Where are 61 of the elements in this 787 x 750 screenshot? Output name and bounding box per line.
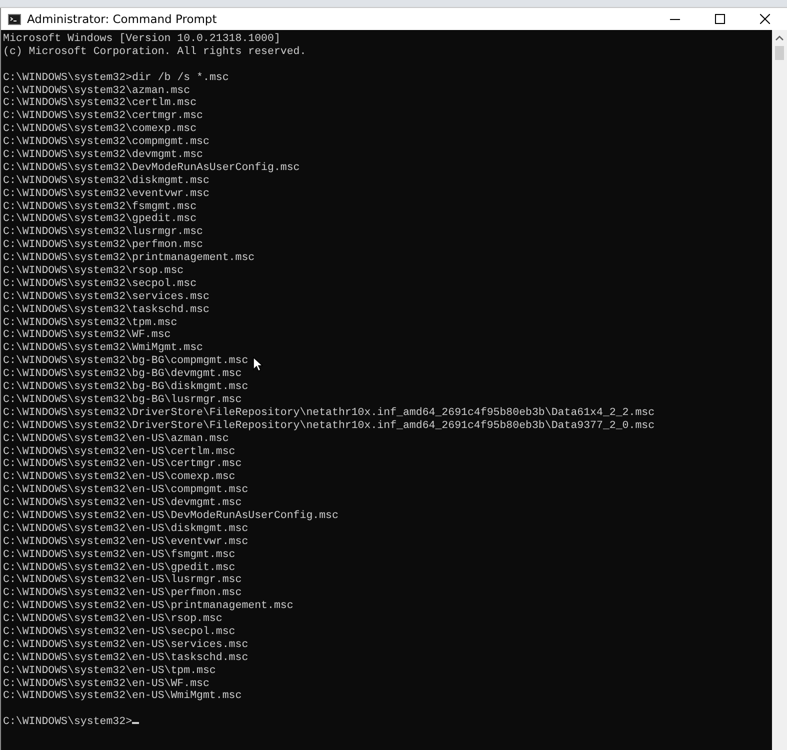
console-line: C:\WINDOWS\system32\taskschd.msc bbox=[3, 304, 210, 317]
console-line: C:\WINDOWS\system32\en-US\azman.msc bbox=[3, 432, 229, 446]
console-line: C:\WINDOWS\system32\gpedit.msc bbox=[3, 213, 197, 226]
scrollbar-thumb[interactable] bbox=[775, 46, 784, 60]
console-line: C:\WINDOWS\system32\en-US\diskmgmt.msc bbox=[3, 522, 248, 536]
console-line: C:\WINDOWS\system32\tpm.msc bbox=[3, 316, 178, 329]
console-line: C:\WINDOWS\system32\en-US\WF.msc bbox=[3, 678, 210, 690]
console-line: C:\WINDOWS\system32\eventvwr.msc bbox=[3, 188, 210, 201]
console-line: C:\WINDOWS\system32\en-US\perfmon.msc bbox=[3, 587, 242, 600]
console-line: C:\WINDOWS\system32\en-US\DevModeRunAsUserConfig.msc bbox=[3, 510, 338, 523]
console-line: C:\WINDOWS\system32\azman.msc bbox=[3, 84, 190, 97]
command-line: C:\WINDOWS\system32> bbox=[3, 716, 140, 730]
command-prompt-icon bbox=[8, 14, 21, 24]
console-line: C:\WINDOWS\system32\en-US\tpm.msc bbox=[3, 664, 216, 678]
console-line: C:\WINDOWS\system32\en-US\certmgr.msc bbox=[3, 458, 242, 471]
console-line: C:\WINDOWS\system32\rsop.msc bbox=[3, 265, 184, 278]
console-line: C:\WINDOWS\system32\en-US\gpedit.msc bbox=[3, 562, 236, 574]
console-line: C:\WINDOWS\system32\printmanagement.msc bbox=[3, 252, 255, 265]
mouse-pointer-icon bbox=[253, 357, 263, 372]
console-line: C:\WINDOWS\system32\fsmgmt.msc bbox=[3, 200, 197, 213]
console-line: C:\WINDOWS\system32\WmiMgmt.msc bbox=[3, 342, 203, 355]
minimize-icon bbox=[670, 18, 680, 20]
console-line: C:\WINDOWS\system32\en-US\rsop.msc bbox=[3, 613, 222, 626]
console-line: C:\WINDOWS\system32\en-US\fsmgmt.msc bbox=[3, 548, 236, 562]
close-icon bbox=[760, 14, 770, 24]
console-line: C:\WINDOWS\system32\en-US\printmanagement.msc bbox=[3, 600, 294, 613]
console-line: C:\WINDOWS\system32\services.msc bbox=[3, 290, 210, 304]
console-line: C:\WINDOWS\system32\en-US\certlm.msc bbox=[3, 446, 236, 458]
console-line: C:\WINDOWS\system32\DriverStore\FileRepository\netathr10x.inf_amd64_2691c4f95b80eb3b\Data9377_2_0.msc bbox=[3, 420, 655, 433]
command-line: C:\WINDOWS\system32>dir /b /s *.msc bbox=[3, 72, 229, 85]
console-line: C:\WINDOWS\system32\comexp.msc bbox=[3, 123, 197, 136]
console-line: Microsoft Windows [Version 10.0.21318.1000] bbox=[3, 33, 280, 46]
console-line: C:\WINDOWS\system32\DriverStore\FileRepository\netathr10x.inf_amd64_2691c4f95b80eb3b\Data61x4_2_2.msc bbox=[3, 406, 655, 420]
console-line: C:\WINDOWS\system32\devmgmt.msc bbox=[3, 149, 203, 162]
console-line: C:\WINDOWS\system32\en-US\lusrmgr.msc bbox=[3, 574, 242, 587]
scroll-up-icon[interactable] bbox=[775, 35, 784, 41]
console-line: C:\WINDOWS\system32\compmgmt.msc bbox=[3, 136, 210, 149]
console-line: C:\WINDOWS\system32\bg-BG\devmgmt.msc bbox=[3, 368, 242, 381]
maximize-icon bbox=[714, 14, 724, 24]
console-line: C:\WINDOWS\system32\bg-BG\lusrmgr.msc bbox=[3, 394, 242, 407]
console-line: C:\WINDOWS\system32\DevModeRunAsUserConfig.msc bbox=[3, 162, 300, 175]
console-line: C:\WINDOWS\system32\en-US\taskschd.msc bbox=[3, 652, 248, 665]
console-line: C:\WINDOWS\system32\en-US\eventvwr.msc bbox=[3, 536, 248, 549]
console-line: C:\WINDOWS\system32\en-US\secpol.msc bbox=[3, 626, 236, 639]
console-line: C:\WINDOWS\system32\certmgr.msc bbox=[3, 110, 203, 123]
console-line: C:\WINDOWS\system32\en-US\devmgmt.msc bbox=[3, 497, 242, 510]
console-line: C:\WINDOWS\system32\en-US\compmgmt.msc bbox=[3, 484, 248, 497]
scrollbar[interactable] bbox=[772, 30, 787, 750]
console-line: C:\WINDOWS\system32\en-US\comexp.msc bbox=[3, 471, 236, 484]
window-title: Administrator: Command Prompt bbox=[27, 12, 218, 26]
console-line: C:\WINDOWS\system32\secpol.msc bbox=[3, 278, 197, 291]
console-line: C:\WINDOWS\system32\en-US\WmiMgmt.msc bbox=[3, 690, 242, 704]
console-line: C:\WINDOWS\system32\WF.msc bbox=[3, 329, 171, 342]
console-line: C:\WINDOWS\system32\bg-BG\compmgmt.msc bbox=[3, 355, 248, 368]
console-line: C:\WINDOWS\system32\en-US\services.msc bbox=[3, 638, 248, 652]
console-line: C:\WINDOWS\system32\lusrmgr.msc bbox=[3, 226, 203, 239]
console-line: C:\WINDOWS\system32\bg-BG\diskmgmt.msc bbox=[3, 381, 248, 394]
console-line: (c) Microsoft Corporation. All rights reserved. bbox=[3, 46, 306, 59]
console-line: C:\WINDOWS\system32\certlm.msc bbox=[3, 97, 197, 110]
console-line: C:\WINDOWS\system32\diskmgmt.msc bbox=[3, 174, 210, 188]
console-line: C:\WINDOWS\system32\perfmon.msc bbox=[3, 239, 203, 252]
